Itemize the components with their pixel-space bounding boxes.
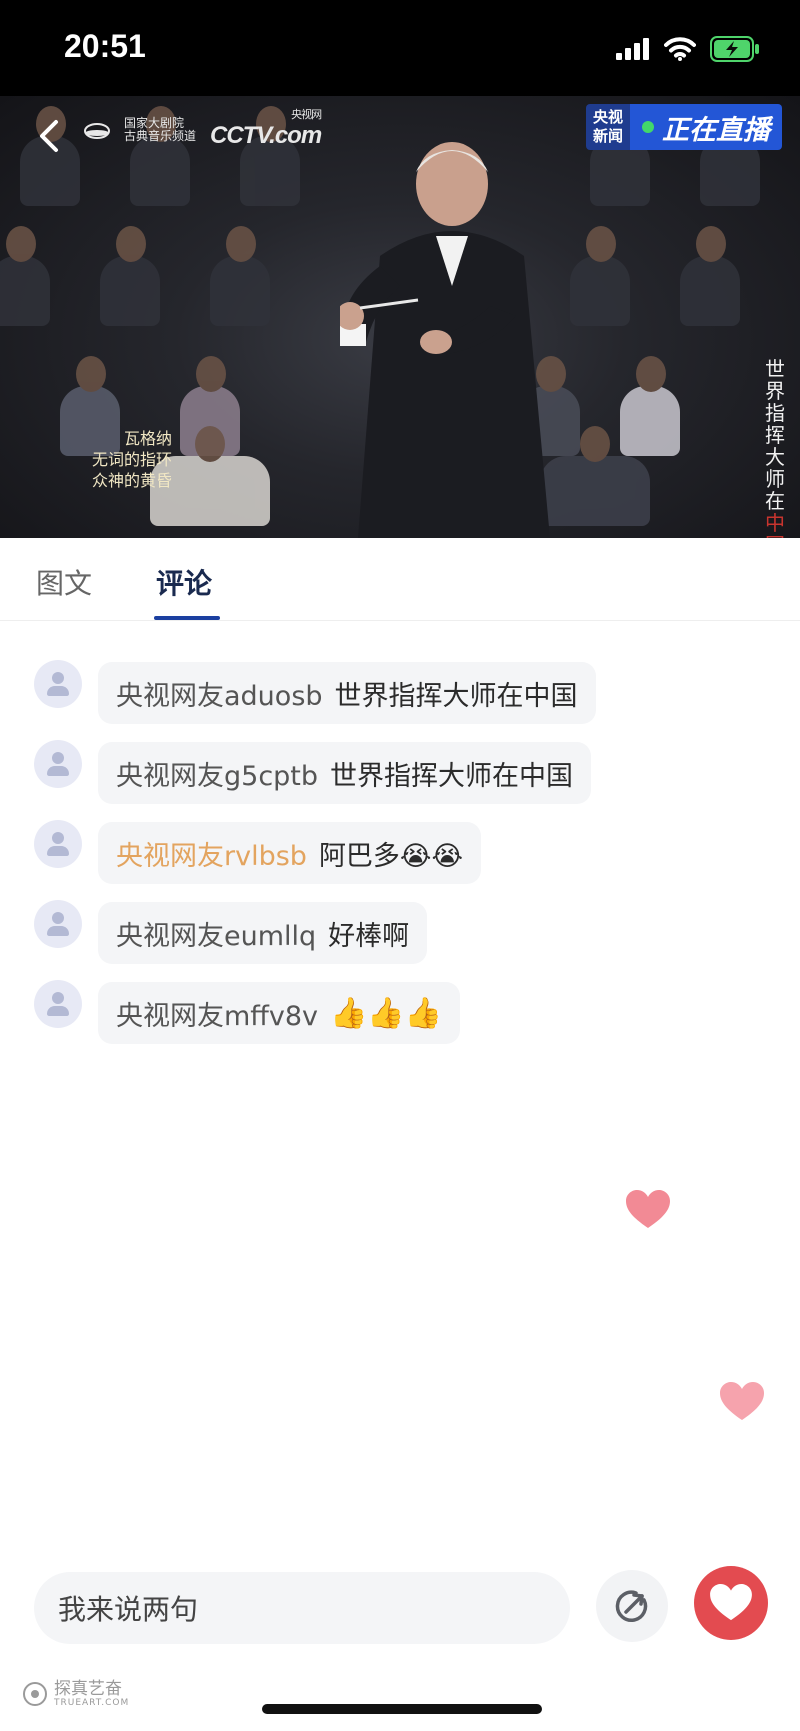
live-status: 正在直播	[630, 104, 782, 150]
watermark-logo-icon	[23, 1682, 47, 1706]
back-button[interactable]	[30, 116, 70, 156]
ncpa-logo-text: 国家大剧院 古典音乐频道	[124, 117, 196, 143]
live-channel-line1: 央视	[592, 108, 623, 126]
list-item: 央视网友aduosb 世界指挥大师在中国	[34, 660, 596, 726]
comment-bubble[interactable]: 央视网友aduosb 世界指挥大师在中国	[98, 662, 596, 724]
ncpa-logo-icon	[84, 123, 110, 139]
comment-bubble[interactable]: 央视网友eumllq 好棒啊	[98, 902, 428, 964]
watermark-title: 探真艺奋	[54, 1679, 122, 1699]
list-item: 央视网友eumllq 好棒啊	[34, 900, 428, 966]
avatar[interactable]	[34, 980, 82, 1028]
live-status-text: 正在直播	[662, 114, 770, 146]
list-item: 央视网友g5cptb 世界指挥大师在中国	[34, 740, 592, 806]
watermark-sub: TRUEART.COM	[54, 1698, 130, 1708]
comment-input[interactable]: 我来说两句	[34, 1572, 570, 1644]
comment-text: 世界指挥大师在中国	[330, 760, 574, 792]
floating-heart-icon	[720, 1382, 764, 1420]
signal-icon	[616, 38, 649, 60]
share-icon	[615, 1590, 648, 1622]
back-arrow-icon	[40, 120, 58, 152]
list-item: 央视网友rvlbsb 阿巴多😭😭	[34, 820, 482, 886]
comment-user: 央视网友rvlbsb	[116, 840, 307, 872]
program-vertical-title: 世界指挥大师在 中国	[764, 358, 786, 538]
list-item: 央视网友mffv8v 👍👍👍	[34, 980, 461, 1046]
comment-bubble[interactable]: 央视网友rvlbsb 阿巴多😭😭	[98, 822, 482, 884]
vertical-title-red: 中国	[765, 511, 785, 538]
comment-user: 央视网友eumllq	[116, 920, 317, 952]
live-dot-icon	[642, 121, 654, 133]
comment-user: 央视网友g5cptb	[116, 760, 319, 792]
wifi-icon	[664, 37, 696, 61]
subtitle-line3: 众神的黄昏	[92, 471, 173, 490]
status-icons	[616, 36, 760, 62]
comment-text: 好棒啊	[328, 920, 410, 952]
floating-heart-icon	[626, 1190, 670, 1228]
ncpa-logo-line2: 古典音乐频道	[124, 129, 197, 143]
live-badge: 央视 新闻 正在直播	[585, 104, 782, 150]
cctv-logo-text: CCTV.com	[210, 122, 322, 149]
cctv-logo-small: 央视网	[291, 109, 322, 121]
heart-icon	[710, 1584, 752, 1621]
comment-text: 👍👍👍	[330, 995, 443, 1031]
subtitle-line1: 瓦格纳	[124, 429, 173, 448]
live-channel-line2: 新闻	[592, 127, 623, 145]
subtitle-line2: 无词的指环	[92, 450, 173, 469]
comment-text: 阿巴多😭😭	[318, 840, 464, 872]
watermark: 探真艺奋 TRUEART.COM	[22, 1680, 129, 1708]
comment-text: 世界指挥大师在中国	[334, 680, 578, 712]
comment-user: 央视网友aduosb	[116, 680, 323, 712]
avatar[interactable]	[34, 820, 82, 868]
program-subtitle: 瓦格纳 无词的指环 众神的黄昏	[92, 428, 172, 491]
content-tabs: 图文 评论	[0, 538, 800, 621]
share-button[interactable]	[596, 1570, 668, 1642]
comment-bubble[interactable]: 央视网友mffv8v 👍👍👍	[98, 982, 461, 1044]
status-bar: 20:51	[0, 0, 800, 96]
battery-icon	[710, 36, 759, 62]
live-video-player[interactable]: 国家大剧院 古典音乐频道 央视网 CCTV.com 央视 新闻 正在直播 瓦格纳…	[0, 96, 800, 538]
like-button[interactable]	[694, 1566, 768, 1640]
vertical-title-text: 世界指挥大师在	[765, 357, 785, 513]
avatar[interactable]	[34, 660, 82, 708]
live-channel-label: 央视 新闻	[585, 104, 630, 150]
tab-comments[interactable]: 评论	[156, 562, 212, 602]
conductor-figure	[340, 142, 550, 538]
active-tab-indicator	[154, 616, 220, 620]
home-indicator	[262, 1704, 542, 1714]
tab-article[interactable]: 图文	[36, 562, 92, 602]
avatar[interactable]	[34, 740, 82, 788]
comment-user: 央视网友mffv8v	[116, 1000, 319, 1032]
avatar[interactable]	[34, 900, 82, 948]
comment-bubble[interactable]: 央视网友g5cptb 世界指挥大师在中国	[98, 742, 592, 804]
cctv-logo: 央视网 CCTV.com	[210, 109, 322, 150]
broadcast-logos: 国家大剧院 古典音乐频道 央视网 CCTV.com	[84, 109, 322, 150]
status-time: 20:51	[64, 28, 146, 64]
